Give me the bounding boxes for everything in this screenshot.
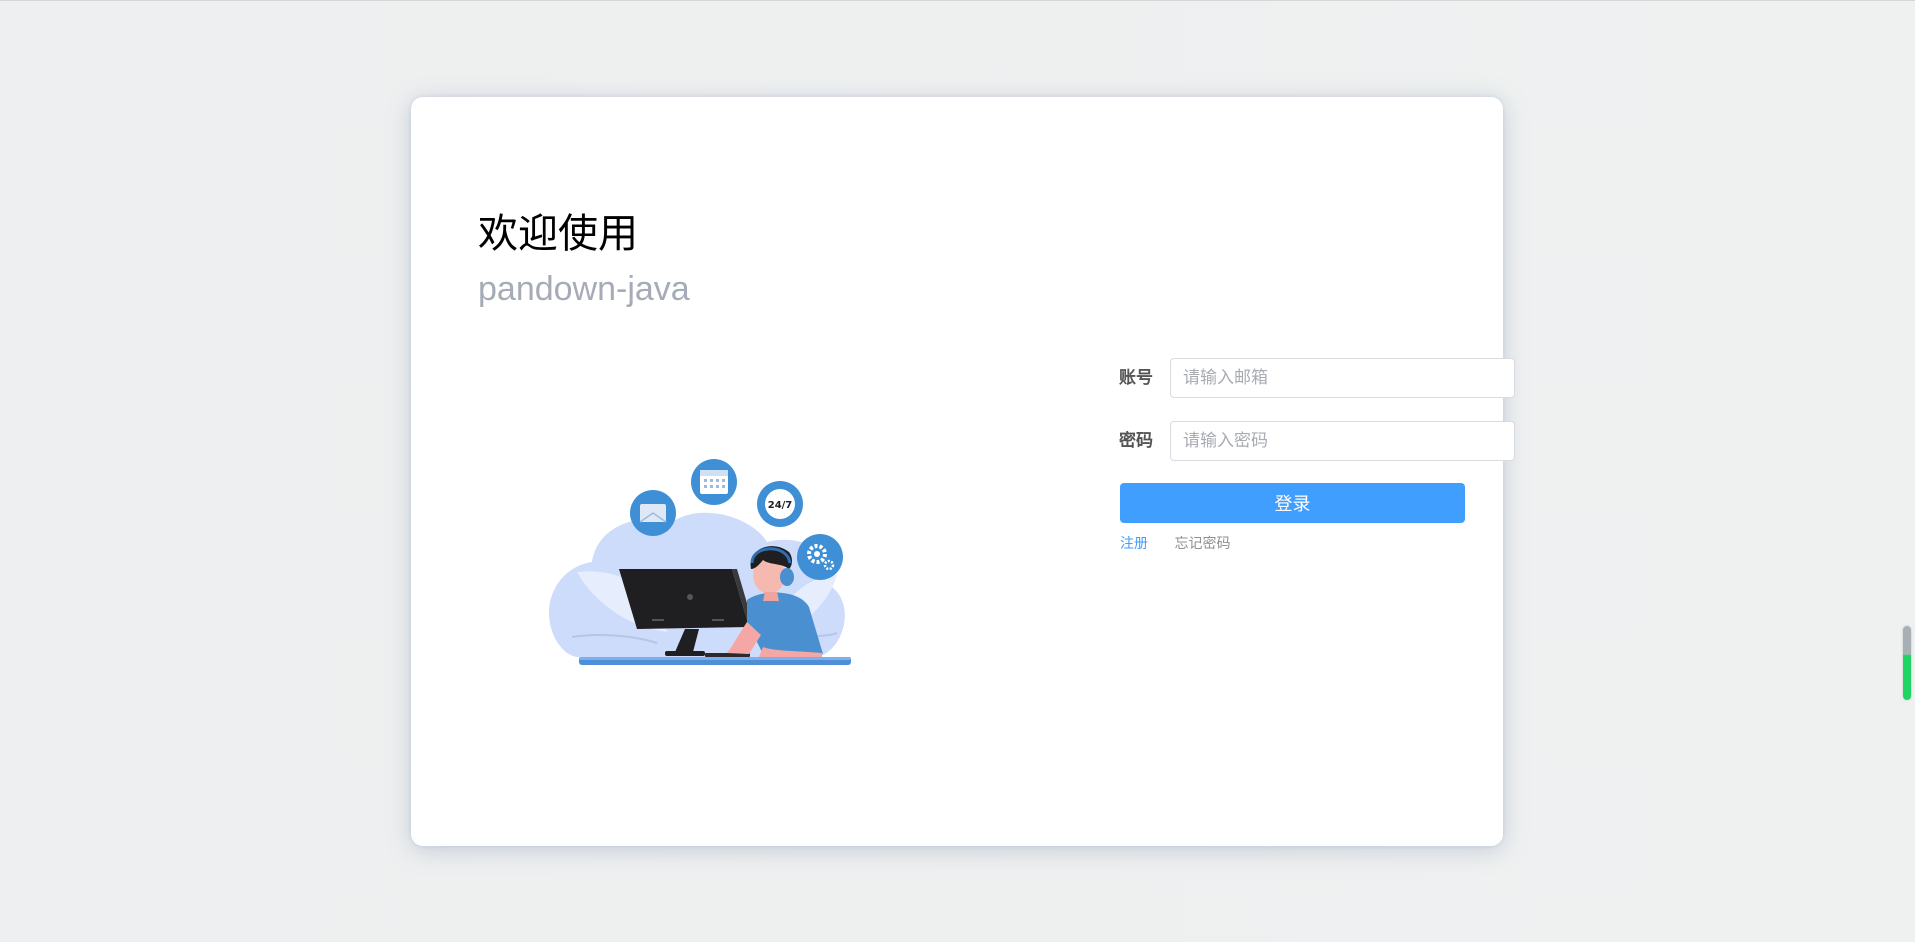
account-row: 账号	[1061, 358, 1515, 398]
clock-24-7-icon: 24/7	[757, 481, 803, 527]
account-label: 账号	[1119, 368, 1153, 388]
app-name: pandown-java	[478, 270, 690, 308]
headset-ear	[780, 568, 794, 586]
password-input[interactable]	[1170, 421, 1515, 461]
person-neck	[763, 592, 779, 601]
monitor-camera	[687, 594, 693, 600]
side-scroll-widget[interactable]	[1903, 626, 1911, 700]
mail-icon	[630, 490, 676, 536]
password-label: 密码	[1119, 431, 1153, 451]
support-illustration: 24/7	[549, 459, 851, 665]
clock-badge-text: 24/7	[768, 500, 793, 511]
password-row: 密码	[1061, 421, 1515, 461]
monitor-slot-2	[712, 619, 724, 621]
forgot-password-link[interactable]: 忘记密码	[1174, 536, 1230, 552]
monitor-slot-1	[652, 619, 664, 621]
register-link[interactable]: 注册	[1120, 536, 1148, 552]
monitor-base	[665, 651, 705, 656]
top-border-line	[0, 0, 1915, 1]
form-links: 注册 忘记密码	[1120, 533, 1230, 553]
welcome-title: 欢迎使用	[478, 211, 638, 257]
desk-highlight	[579, 657, 851, 660]
login-card: 欢迎使用 pandown-java 24/7	[411, 97, 1503, 846]
monitor-screen	[619, 569, 749, 629]
account-input[interactable]	[1170, 358, 1515, 398]
login-button[interactable]: 登录	[1120, 483, 1465, 523]
calendar-icon	[691, 459, 737, 505]
gears-icon	[797, 534, 843, 580]
